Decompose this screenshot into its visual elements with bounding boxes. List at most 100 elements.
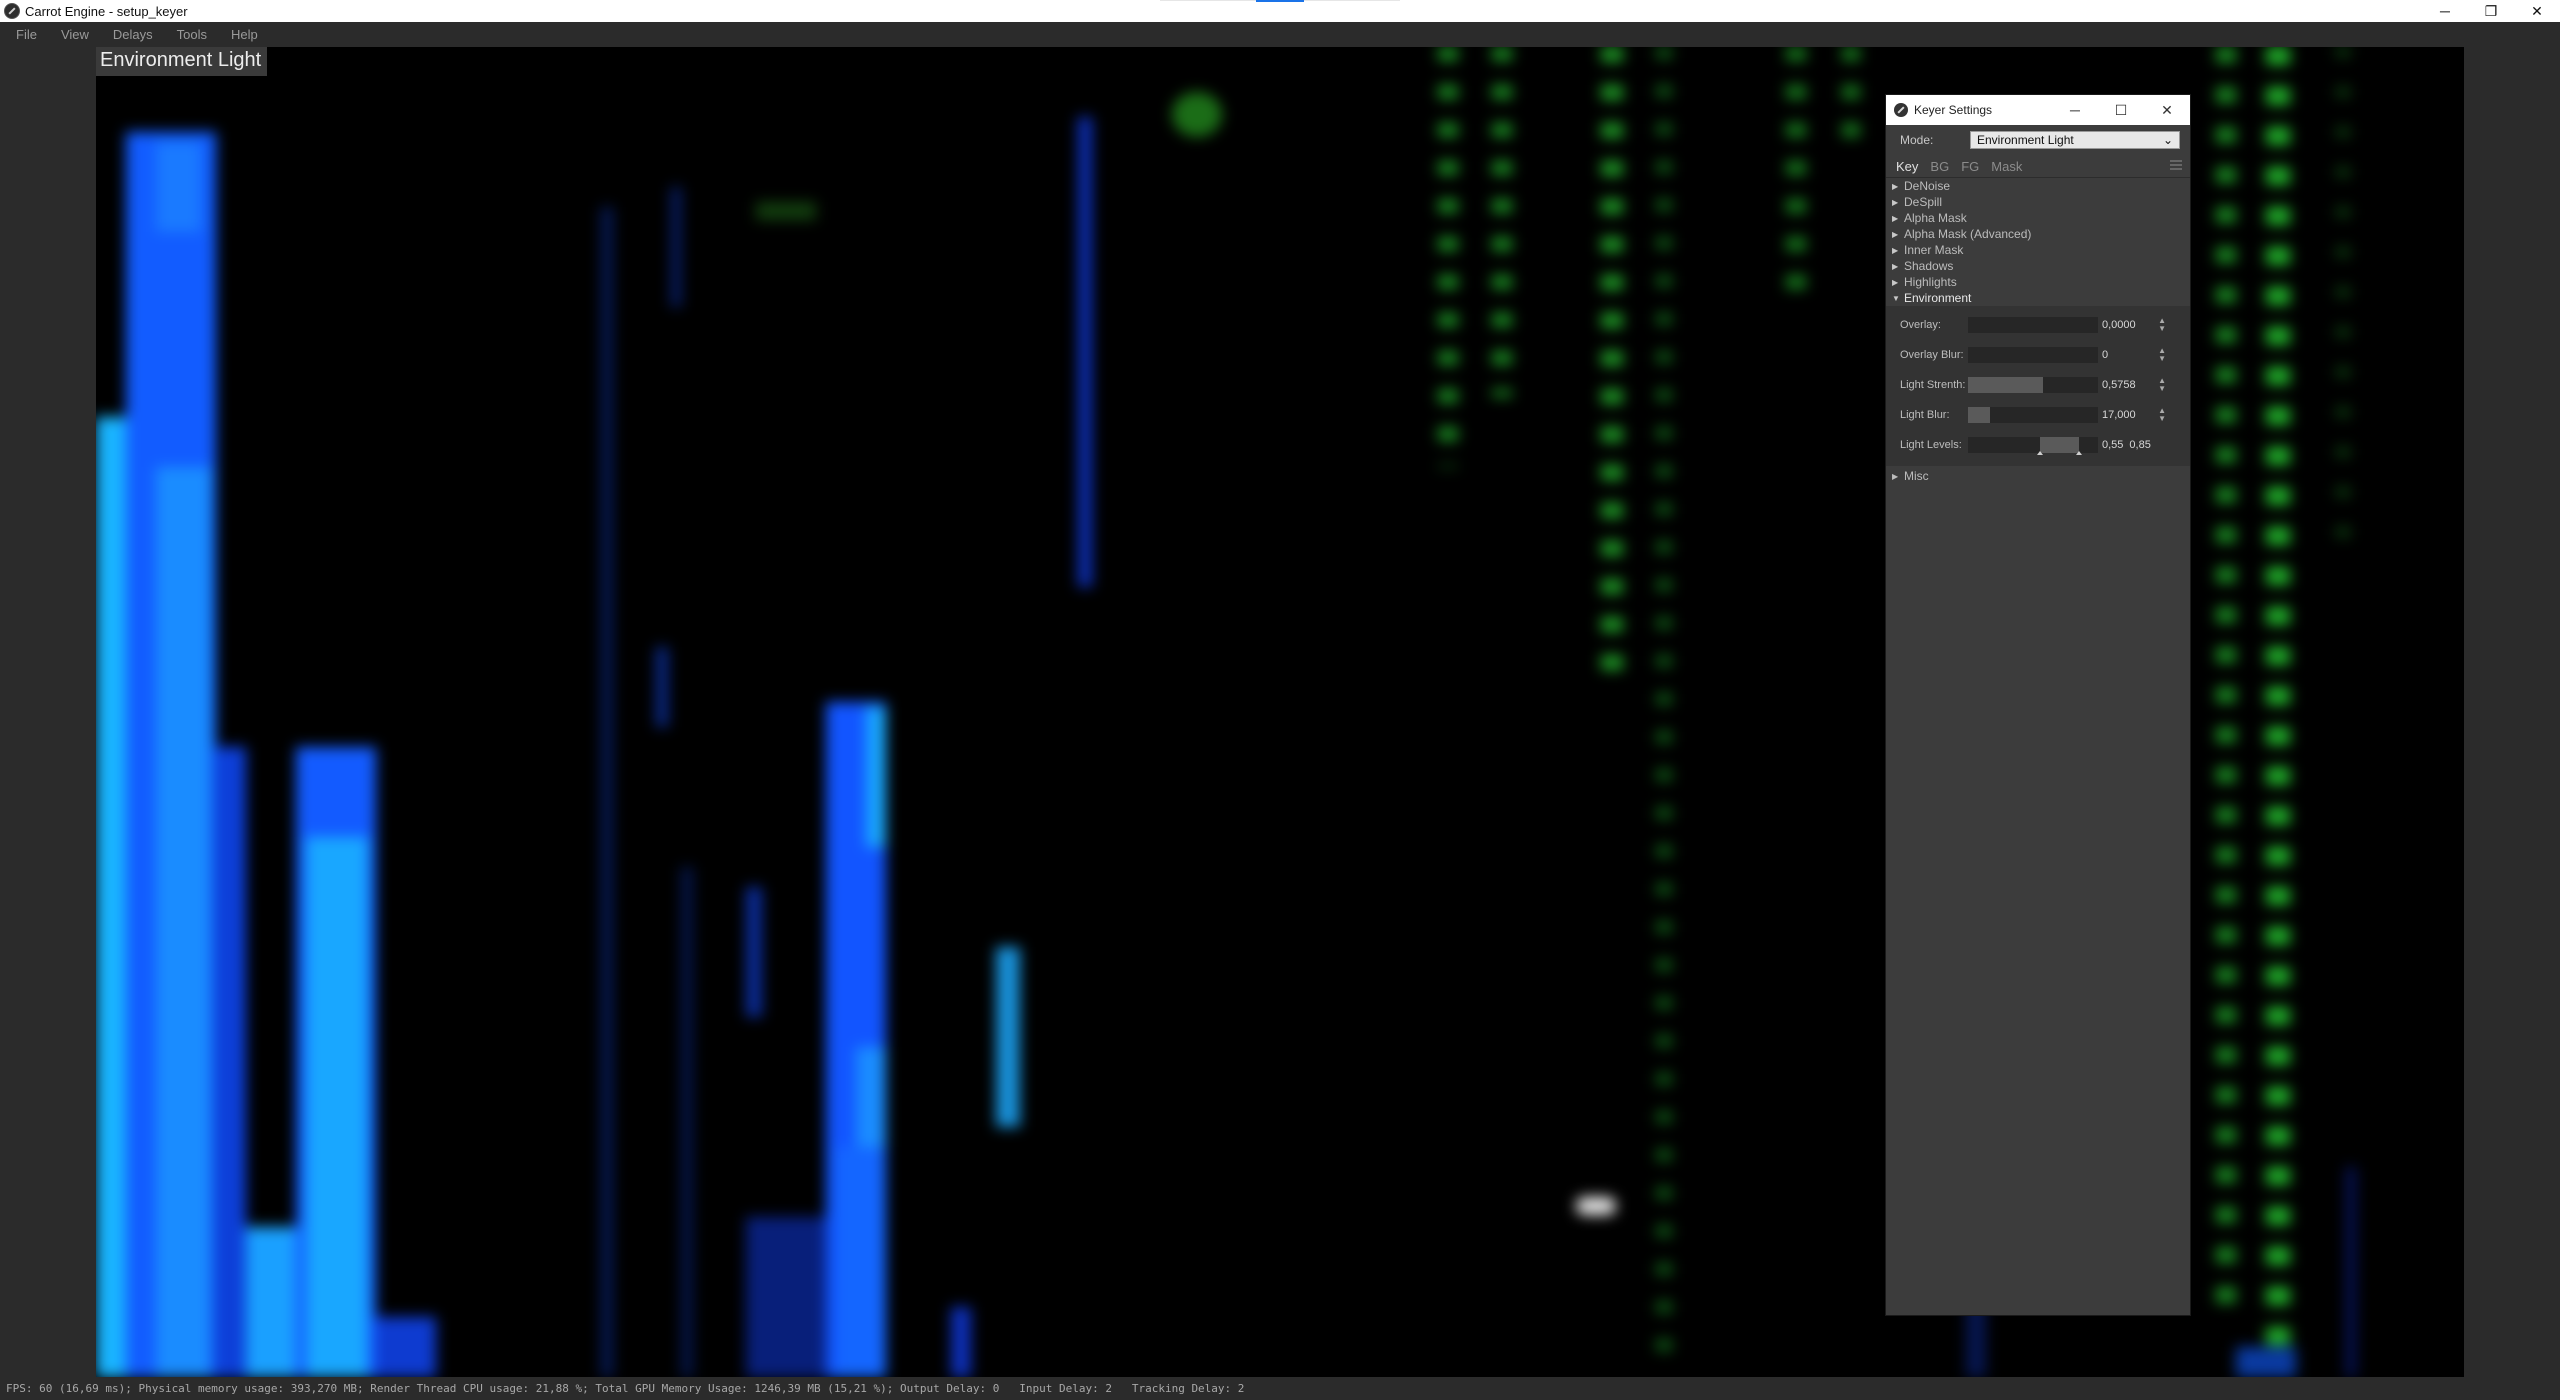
minimize-icon[interactable]: ─ bbox=[2422, 0, 2468, 22]
status-text: FPS: 60 (16,69 ms); Physical memory usag… bbox=[6, 1382, 1245, 1395]
expand-arrow-icon: ▶ bbox=[1892, 197, 1899, 207]
spin-arrows-icon[interactable]: ▲ ▼ bbox=[2158, 347, 2166, 363]
light-blur-slider[interactable] bbox=[1968, 407, 2098, 423]
section-environment[interactable]: ▼ Environment bbox=[1886, 290, 2190, 306]
overlay-blur-row: Overlay Blur: 0 ▲ ▼ bbox=[1886, 340, 2190, 370]
section-alpha-mask[interactable]: ▶ Alpha Mask bbox=[1886, 210, 2190, 226]
section-label: Inner Mask bbox=[1904, 243, 1964, 257]
light-strength-value-field[interactable]: 0,5758 ▲ ▼ bbox=[2102, 377, 2166, 393]
window-controls: ─ ❐ ✕ bbox=[2422, 0, 2560, 22]
overlay-value: 0,0000 bbox=[2102, 319, 2136, 331]
menu-file[interactable]: File bbox=[0, 27, 45, 42]
expand-arrow-icon: ▶ bbox=[1892, 277, 1899, 287]
left-margin-panel bbox=[0, 47, 96, 1377]
light-strength-label: Light Strenth: bbox=[1900, 379, 1966, 391]
section-inner-mask[interactable]: ▶ Inner Mask bbox=[1886, 242, 2190, 258]
section-misc[interactable]: ▶ Misc bbox=[1886, 466, 2190, 486]
keyer-close-icon[interactable]: ✕ bbox=[2144, 95, 2190, 125]
mode-label: Mode: bbox=[1900, 133, 1934, 147]
overlay-blur-slider[interactable] bbox=[1968, 347, 2098, 363]
light-levels-values: 0,55 0,85 bbox=[2102, 439, 2157, 451]
range-low-handle-icon[interactable] bbox=[2036, 451, 2043, 455]
light-levels-row: Light Levels: 0,55 0,85 bbox=[1886, 430, 2190, 460]
light-strength-value: 0,5758 bbox=[2102, 379, 2136, 391]
light-levels-label: Light Levels: bbox=[1900, 439, 1962, 451]
section-label: Environment bbox=[1904, 291, 1972, 305]
tab-fg[interactable]: FG bbox=[1955, 156, 1985, 177]
keyer-title: Keyer Settings bbox=[1914, 103, 1993, 117]
light-levels-range-slider[interactable] bbox=[1968, 437, 2098, 455]
overlay-row: Overlay: 0,0000 ▲ ▼ bbox=[1886, 310, 2190, 340]
expand-arrow-icon: ▶ bbox=[1892, 471, 1899, 481]
titlebar-accent bbox=[1256, 0, 1304, 2]
expand-arrow-icon: ▶ bbox=[1892, 261, 1899, 271]
section-label: Highlights bbox=[1904, 275, 1957, 289]
environment-panel: Overlay: 0,0000 ▲ ▼ Overlay Blur: 0 ▲ ▼ Ligh… bbox=[1886, 306, 2190, 466]
close-icon[interactable]: ✕ bbox=[2514, 0, 2560, 22]
keyer-window-controls: ─ ☐ ✕ bbox=[2052, 95, 2190, 125]
section-shadows[interactable]: ▶ Shadows bbox=[1886, 258, 2190, 274]
section-label: Alpha Mask bbox=[1904, 211, 1967, 225]
viewport-title: Environment Light bbox=[96, 47, 268, 76]
section-label: Shadows bbox=[1904, 259, 1954, 273]
section-label: Alpha Mask (Advanced) bbox=[1904, 227, 2032, 241]
range-high-handle-icon[interactable] bbox=[2075, 451, 2082, 455]
section-highlights[interactable]: ▶ Highlights bbox=[1886, 274, 2190, 290]
light-blur-row: Light Blur: 17,000 ▲ ▼ bbox=[1886, 400, 2190, 430]
mode-select[interactable]: Environment Light ⌄ bbox=[1970, 131, 2180, 149]
overlay-blur-value-field[interactable]: 0 ▲ ▼ bbox=[2102, 347, 2166, 363]
app-logo-icon bbox=[4, 3, 20, 19]
spin-arrows-icon[interactable]: ▲ ▼ bbox=[2158, 407, 2166, 423]
light-strength-slider-fill bbox=[1968, 377, 2043, 393]
section-label: DeNoise bbox=[1904, 179, 1951, 193]
spin-arrows-icon[interactable]: ▲ ▼ bbox=[2158, 317, 2166, 333]
light-strength-slider[interactable] bbox=[1968, 377, 2098, 393]
overlay-value-field[interactable]: 0,0000 ▲ ▼ bbox=[2102, 317, 2166, 333]
light-blur-value: 17,000 bbox=[2102, 409, 2136, 421]
expand-arrow-icon: ▶ bbox=[1892, 213, 1899, 223]
light-strength-row: Light Strenth: 0,5758 ▲ ▼ bbox=[1886, 370, 2190, 400]
tabs-menu-icon[interactable] bbox=[2170, 160, 2182, 170]
app-title: Carrot Engine - setup_keyer bbox=[25, 3, 188, 19]
overlay-blur-label: Overlay Blur: bbox=[1900, 349, 1964, 361]
menu-bar: File View Delays Tools Help bbox=[0, 22, 2560, 47]
spin-arrows-icon[interactable]: ▲ ▼ bbox=[2158, 377, 2166, 393]
right-margin-panel bbox=[2464, 47, 2560, 1377]
expand-arrow-icon: ▶ bbox=[1892, 181, 1899, 191]
app-titlebar: Carrot Engine - setup_keyer ─ ❐ ✕ bbox=[0, 0, 2560, 22]
keyer-logo-icon bbox=[1894, 103, 1908, 117]
light-levels-range-fill bbox=[2039, 437, 2079, 453]
menu-delays[interactable]: Delays bbox=[97, 27, 161, 42]
overlay-slider[interactable] bbox=[1968, 317, 2098, 333]
expand-arrow-icon: ▶ bbox=[1892, 229, 1899, 239]
tab-bg[interactable]: BG bbox=[1924, 156, 1955, 177]
light-levels-low-value[interactable]: 0,55 bbox=[2102, 439, 2123, 451]
menu-view[interactable]: View bbox=[45, 27, 97, 42]
keyer-minimize-icon[interactable]: ─ bbox=[2052, 95, 2098, 125]
expand-arrow-icon: ▶ bbox=[1892, 245, 1899, 255]
light-blur-value-field[interactable]: 17,000 ▲ ▼ bbox=[2102, 407, 2166, 423]
collapse-arrow-icon: ▼ bbox=[1892, 293, 1900, 303]
overlay-label: Overlay: bbox=[1900, 319, 1941, 331]
section-label: DeSpill bbox=[1904, 195, 1943, 209]
tab-key[interactable]: Key bbox=[1890, 156, 1925, 177]
restore-icon[interactable]: ❐ bbox=[2468, 0, 2514, 22]
light-blur-slider-fill bbox=[1968, 407, 1991, 423]
menu-help[interactable]: Help bbox=[215, 27, 266, 42]
mode-row: Mode: Environment Light ⌄ bbox=[1886, 125, 2190, 155]
keyer-maximize-icon[interactable]: ☐ bbox=[2098, 95, 2144, 125]
section-alpha-mask-advanced[interactable]: ▶ Alpha Mask (Advanced) bbox=[1886, 226, 2190, 242]
section-despill[interactable]: ▶ DeSpill bbox=[1886, 194, 2190, 210]
overlay-blur-value: 0 bbox=[2102, 349, 2109, 361]
keyer-titlebar[interactable]: Keyer Settings ─ ☐ ✕ bbox=[1886, 95, 2190, 125]
section-denoise[interactable]: ▶ DeNoise bbox=[1886, 178, 2190, 194]
tab-mask[interactable]: Mask bbox=[1985, 156, 2028, 177]
keyer-tabs: Key BG FG Mask bbox=[1886, 155, 2190, 178]
light-levels-high-value[interactable]: 0,85 bbox=[2129, 439, 2150, 451]
chevron-down-icon: ⌄ bbox=[2162, 133, 2173, 147]
section-label: Misc bbox=[1904, 469, 1929, 483]
keyer-settings-window: Keyer Settings ─ ☐ ✕ Mode: Environment L… bbox=[1886, 95, 2190, 1315]
menu-tools[interactable]: Tools bbox=[161, 27, 215, 42]
mode-select-value: Environment Light bbox=[1977, 133, 2074, 147]
light-blur-label: Light Blur: bbox=[1900, 409, 1950, 421]
